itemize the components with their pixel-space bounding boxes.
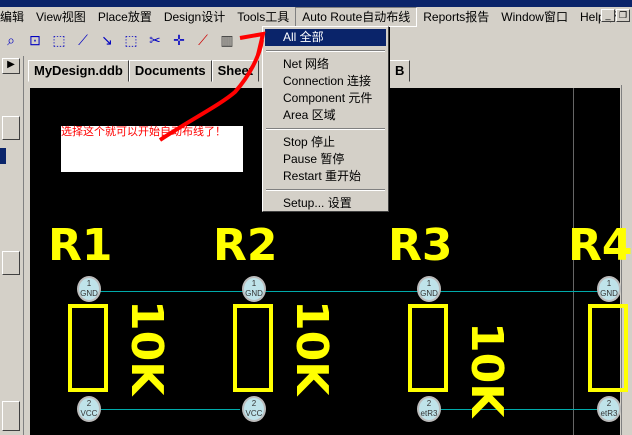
red-arrow-annotation <box>158 31 266 142</box>
